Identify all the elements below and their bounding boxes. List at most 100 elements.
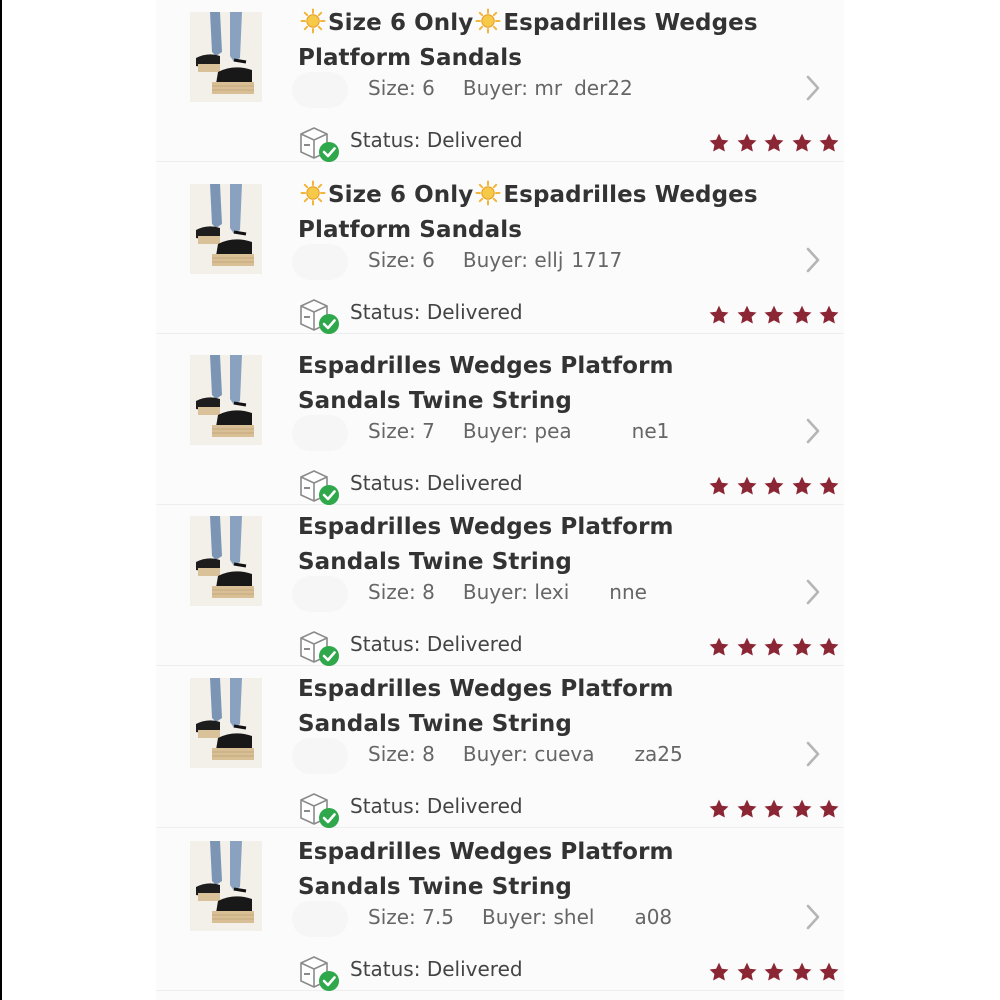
star-icon	[763, 132, 785, 154]
status-row: Status: Delivered	[298, 292, 839, 334]
buyer-field: Buyer: mr der22	[463, 76, 633, 100]
package-delivered-icon	[298, 124, 342, 164]
status-label: Status:	[350, 300, 421, 324]
star-icon	[708, 636, 730, 658]
order-meta: Size: 8 Buyer: cueva za25	[368, 742, 711, 766]
size-label: Size:	[368, 76, 416, 100]
buyer-field: Buyer: lexi nne	[463, 580, 647, 604]
status-value: Delivered	[426, 794, 523, 818]
star-icon	[736, 961, 758, 983]
star-icon	[818, 132, 840, 154]
sun-icon	[475, 8, 501, 34]
product-title: Size 6 Only Espadrilles Wedges Platform S…	[298, 6, 768, 76]
star-icon	[736, 304, 758, 326]
star-icon	[818, 961, 840, 983]
chevron-right-icon[interactable]	[804, 903, 822, 931]
product-title-text: Espadrilles Wedges Platform Sandals Twin…	[298, 676, 674, 737]
package-delivered-icon	[298, 628, 342, 668]
package-delivered-icon	[298, 296, 342, 336]
size-field: Size: 6	[368, 248, 435, 272]
sold-orders-screen: Size 6 Only Espadrilles Wedges Platform S…	[0, 0, 1000, 1000]
order-list: Size 6 Only Espadrilles Wedges Platform S…	[156, 0, 844, 1000]
package-delivered-icon	[298, 790, 342, 830]
buyer-field: Buyer: ellj 1717	[463, 248, 622, 272]
order-meta: Size: 6 Buyer: mr der22	[368, 76, 661, 100]
status-row: Status: Delivered	[298, 624, 839, 666]
order-meta: Size: 6 Buyer: ellj 1717	[368, 248, 650, 272]
buyer-field: Buyer: cueva za25	[463, 742, 683, 766]
buyer-field: Buyer: pea ne1	[463, 419, 669, 443]
star-icon	[791, 961, 813, 983]
rating-stars	[708, 475, 848, 501]
order-meta: Size: 7.5 Buyer: shel a08	[368, 905, 700, 929]
order-row[interactable]: Espadrilles Wedges Platform Sandals Twin…	[156, 504, 844, 666]
size-value: 8	[422, 742, 435, 766]
star-icon	[763, 475, 785, 497]
buyer-value: pea ne1	[534, 419, 670, 443]
size-field: Size: 6	[368, 76, 435, 100]
buyer-label: Buyer:	[481, 905, 548, 929]
status-value: Delivered	[426, 128, 523, 152]
star-icon	[791, 475, 813, 497]
product-thumbnail	[190, 12, 262, 102]
buyer-label: Buyer:	[462, 742, 529, 766]
star-icon	[818, 798, 840, 820]
status-label: Status:	[350, 794, 421, 818]
status-value: Delivered	[426, 957, 523, 981]
size-label: Size:	[368, 419, 416, 443]
buyer-value: mr der22	[534, 76, 633, 100]
product-title: Espadrilles Wedges Platform Sandals Twin…	[298, 510, 768, 580]
package-delivered-icon	[298, 467, 342, 507]
buyer-field: Buyer: shel a08	[482, 905, 672, 929]
size-value: 7	[422, 419, 435, 443]
size-label: Size:	[368, 742, 416, 766]
chevron-right-icon[interactable]	[804, 578, 822, 606]
product-thumbnail	[190, 516, 262, 606]
star-icon	[763, 304, 785, 326]
sun-icon	[475, 180, 501, 206]
status-row: Status: Delivered	[298, 120, 839, 162]
star-icon	[708, 304, 730, 326]
size-field: Size: 7	[368, 419, 435, 443]
product-title-text: Espadrilles Wedges Platform Sandals Twin…	[298, 839, 674, 900]
chevron-right-icon[interactable]	[804, 246, 822, 274]
size-field: Size: 8	[368, 580, 435, 604]
star-icon	[791, 304, 813, 326]
order-row[interactable]: Size 6 Only Espadrilles Wedges Platform S…	[156, 0, 844, 162]
order-row[interactable]: Espadrilles Wedges Platform Sandals Twin…	[156, 666, 844, 828]
buyer-label: Buyer:	[462, 76, 529, 100]
order-meta: Size: 7 Buyer: pea ne1	[368, 419, 697, 443]
star-icon	[708, 132, 730, 154]
status-label: Status:	[350, 128, 421, 152]
chevron-right-icon[interactable]	[804, 740, 822, 768]
chevron-right-icon[interactable]	[804, 74, 822, 102]
status-text: Status: Delivered	[350, 794, 523, 818]
order-row[interactable]: Espadrilles Wedges Platform Sandals Twin…	[156, 343, 844, 505]
order-row[interactable]: Espadrilles Wedges Platform Sandals Twin…	[156, 829, 844, 991]
status-label: Status:	[350, 471, 421, 495]
product-title: Size 6 Only Espadrilles Wedges Platform S…	[298, 178, 768, 248]
status-row: Status: Delivered	[298, 463, 839, 505]
order-row[interactable]: Size 6 Only Espadrilles Wedges Platform S…	[156, 172, 844, 334]
buyer-avatar	[292, 738, 348, 774]
star-icon	[708, 798, 730, 820]
chevron-right-icon[interactable]	[804, 417, 822, 445]
buyer-label: Buyer:	[462, 248, 529, 272]
buyer-label: Buyer:	[462, 580, 529, 604]
status-value: Delivered	[426, 471, 523, 495]
star-icon	[791, 132, 813, 154]
buyer-avatar	[292, 576, 348, 612]
status-text: Status: Delivered	[350, 471, 523, 495]
rating-stars	[708, 304, 848, 330]
buyer-value: cueva za25	[534, 742, 683, 766]
size-label: Size:	[368, 905, 416, 929]
size-label: Size:	[368, 580, 416, 604]
star-icon	[763, 636, 785, 658]
size-value: 6	[422, 76, 435, 100]
status-row: Status: Delivered	[298, 786, 839, 828]
product-title: Espadrilles Wedges Platform Sandals Twin…	[298, 672, 768, 742]
star-icon	[818, 304, 840, 326]
left-edge-line	[0, 0, 2, 1000]
product-thumbnail	[190, 678, 262, 768]
status-value: Delivered	[426, 632, 523, 656]
